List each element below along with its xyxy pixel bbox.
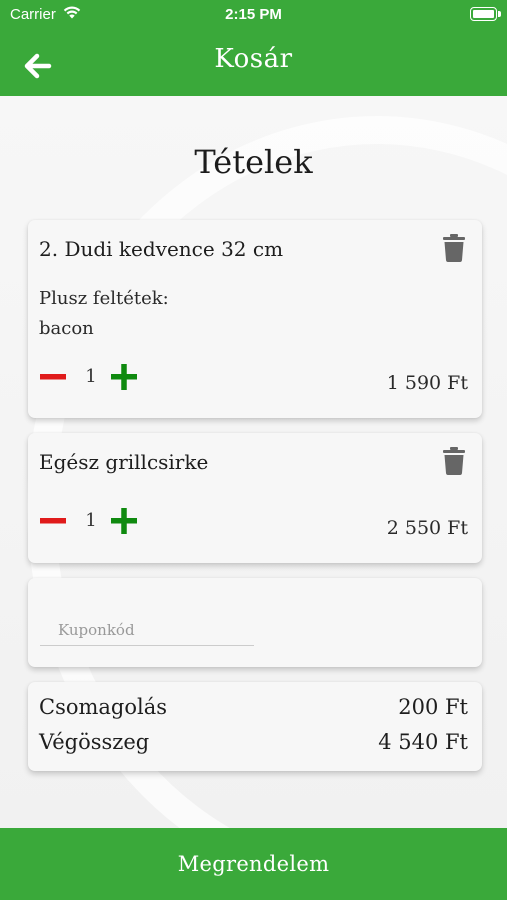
trash-icon[interactable] xyxy=(442,447,466,475)
clock: 2:15 PM xyxy=(225,6,282,23)
minus-icon[interactable] xyxy=(40,508,66,534)
total-label: Végösszeg xyxy=(39,730,150,754)
app-header: Carrier 2:15 PM Kosár xyxy=(0,0,507,96)
packaging-label: Csomagolás xyxy=(39,695,168,719)
status-bar: Carrier 2:15 PM xyxy=(0,0,507,30)
item-name: Egész grillcsirke xyxy=(39,450,209,474)
item-price: 1 590 Ft xyxy=(386,372,468,394)
quantity-value: 1 xyxy=(85,510,97,531)
quantity-value: 1 xyxy=(85,366,97,387)
summary-card: Csomagolás 200 Ft Végösszeg 4 540 Ft xyxy=(28,682,482,771)
battery-icon xyxy=(470,7,497,21)
trash-icon[interactable] xyxy=(442,234,466,262)
minus-icon[interactable] xyxy=(40,364,66,390)
cart-item-card: Egész grillcsirke 1 2 550 Ft xyxy=(28,433,482,563)
extras-label: Plusz feltétek: xyxy=(39,288,169,309)
total-value: 4 540 Ft xyxy=(378,730,468,754)
battery-tip xyxy=(498,11,501,17)
item-price: 2 550 Ft xyxy=(386,517,468,539)
cart-item-card: 2. Dudi kedvence 32 cm Plusz feltétek: b… xyxy=(28,220,482,418)
coupon-card xyxy=(28,578,482,667)
order-button[interactable]: Megrendelem xyxy=(0,828,507,900)
plus-icon[interactable] xyxy=(111,364,137,390)
extras-value: bacon xyxy=(39,318,94,339)
page-title: Kosár xyxy=(214,44,293,74)
plus-icon[interactable] xyxy=(111,508,137,534)
item-name: 2. Dudi kedvence 32 cm xyxy=(39,237,284,261)
section-title: Tételek xyxy=(194,143,313,181)
packaging-value: 200 Ft xyxy=(398,695,468,719)
coupon-input[interactable] xyxy=(40,608,254,646)
